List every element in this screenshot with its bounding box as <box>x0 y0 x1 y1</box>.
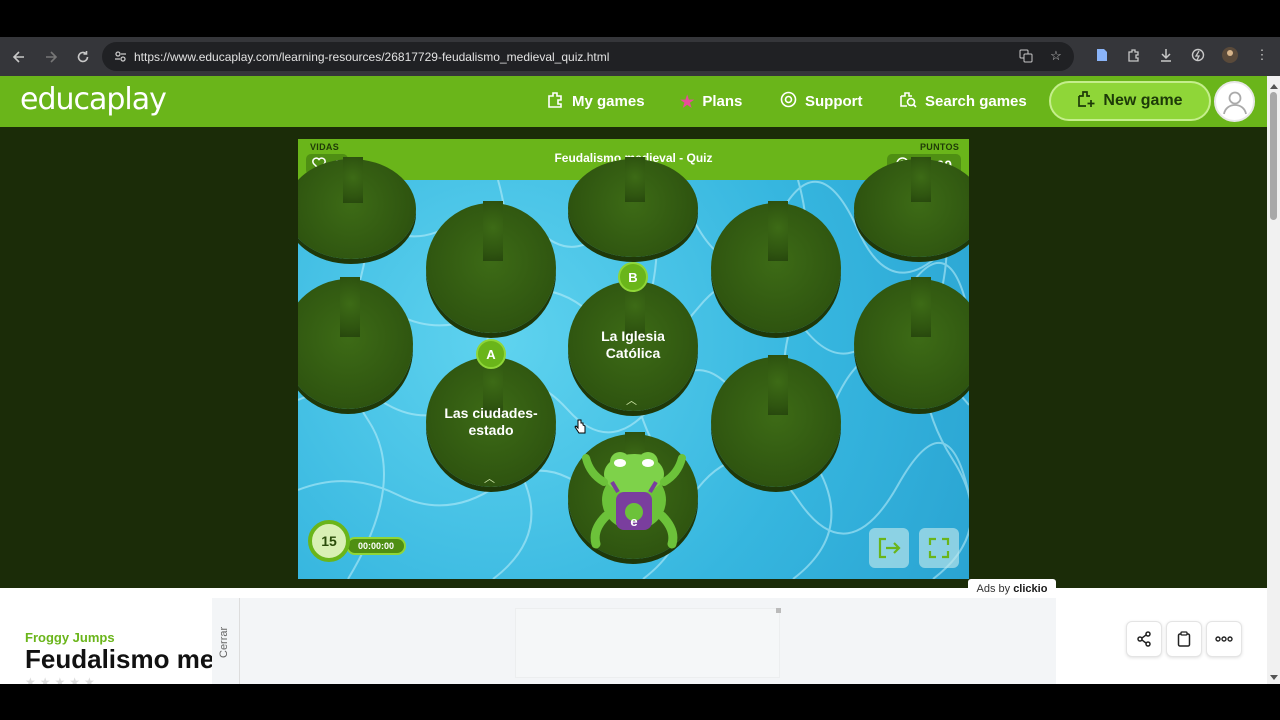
reload-icon[interactable] <box>68 42 98 72</box>
document-extension-icon[interactable] <box>1092 45 1112 65</box>
frog-character <box>582 452 686 549</box>
option-a-text[interactable]: Las ciudades- estado <box>431 405 551 439</box>
ads-by-label: Ads by <box>976 582 1011 595</box>
nav-plans-label: Plans <box>702 93 743 110</box>
option-b-line2: Católica <box>605 345 661 361</box>
ads-by-badge[interactable]: Ads by clickio <box>968 579 1056 598</box>
nav-support[interactable]: Support <box>780 76 863 127</box>
clipboard-icon <box>1177 631 1191 647</box>
extensions-puzzle-icon[interactable] <box>1124 45 1144 65</box>
url-text[interactable]: https://www.educaplay.com/learning-resou… <box>134 50 609 64</box>
new-game-button[interactable]: New game <box>1049 81 1211 121</box>
profile-avatar-icon[interactable] <box>1220 45 1240 65</box>
game-frame[interactable]: VIDAS 3 Feudalismo medieval - Quiz PUNTO… <box>298 139 969 579</box>
more-dots-icon <box>1215 636 1233 642</box>
game-type-label[interactable]: Froggy Jumps <box>25 630 115 645</box>
option-b-badge: B <box>618 262 648 292</box>
option-b-text[interactable]: La Iglesia Católica <box>573 328 693 362</box>
points-label: PUNTOS <box>920 142 960 152</box>
page-scrollbar[interactable] <box>1267 76 1280 684</box>
option-b-line1: La Iglesia <box>601 328 665 344</box>
nav-my-games-label: My games <box>572 93 645 110</box>
hand-cursor-icon <box>574 419 586 434</box>
exit-game-button[interactable] <box>869 528 909 568</box>
clipboard-button[interactable] <box>1166 621 1202 657</box>
ad-info-icon[interactable] <box>776 608 781 613</box>
educaplay-logo[interactable]: educaplay <box>20 82 167 117</box>
lily-pad <box>568 157 698 257</box>
browser-toolbar: https://www.educaplay.com/learning-resou… <box>0 37 1280 76</box>
screen: https://www.educaplay.com/learning-resou… <box>0 0 1280 720</box>
close-ad-button[interactable]: Cerrar <box>212 598 240 684</box>
back-icon[interactable] <box>4 42 34 72</box>
share-icon <box>1137 631 1151 647</box>
letterbox-top <box>0 0 1280 37</box>
more-options-button[interactable] <box>1206 621 1242 657</box>
nav-search-games[interactable]: Search games <box>899 76 1027 127</box>
option-a-line2: estado <box>468 422 514 438</box>
chevron-up-icon: ︿ <box>626 395 637 407</box>
scroll-up-arrow-icon[interactable] <box>1270 84 1278 89</box>
nav-support-label: Support <box>805 93 863 110</box>
share-button[interactable] <box>1126 621 1162 657</box>
exit-icon <box>878 537 901 559</box>
close-ad-label: Cerrar <box>218 626 230 658</box>
nav-plans[interactable]: ★ Plans <box>680 76 742 127</box>
translate-icon[interactable] <box>1016 46 1036 66</box>
performance-icon[interactable] <box>1188 45 1208 65</box>
scroll-down-arrow-icon[interactable] <box>1270 675 1278 680</box>
search-puzzle-icon <box>899 91 917 113</box>
letterbox-bottom <box>0 684 1280 720</box>
option-a-line1: Las ciudades- <box>444 405 538 421</box>
browser-menu-icon[interactable]: ⋮ <box>1252 45 1272 65</box>
lily-pad <box>711 201 841 333</box>
forward-icon[interactable] <box>36 42 66 72</box>
star-icon: ★ <box>680 93 695 111</box>
nav-search-games-label: Search games <box>925 93 1027 110</box>
game-name-heading: Feudalismo medieval <box>25 644 212 674</box>
chevron-up-icon: ︿ <box>484 473 495 485</box>
lily-pad <box>711 355 841 487</box>
nav-my-games[interactable]: My games <box>547 76 645 127</box>
user-avatar[interactable] <box>1214 81 1255 122</box>
question-counter: 15 <box>308 520 350 562</box>
fullscreen-button[interactable] <box>919 528 959 568</box>
game-timer: 00:00:00 <box>346 537 406 555</box>
lifebuoy-icon <box>780 91 797 113</box>
frog-badge-letter: e <box>630 514 638 529</box>
option-a-badge: A <box>476 339 506 369</box>
scroll-thumb[interactable] <box>1270 92 1277 220</box>
site-info-icon[interactable] <box>108 50 132 63</box>
address-bar[interactable]: https://www.educaplay.com/learning-resou… <box>102 42 1074 71</box>
ads-brand: clickio <box>1013 582 1048 595</box>
lily-pad <box>426 201 556 333</box>
puzzle-icon <box>547 91 564 113</box>
bookmark-star-icon[interactable]: ☆ <box>1046 46 1066 66</box>
site-header: educaplay My games ★ Plans Support Searc… <box>0 76 1267 127</box>
ad-slot[interactable] <box>515 608 780 678</box>
fullscreen-icon <box>928 537 950 559</box>
add-puzzle-icon <box>1077 90 1095 113</box>
download-icon[interactable] <box>1156 45 1176 65</box>
new-game-label: New game <box>1103 92 1183 109</box>
